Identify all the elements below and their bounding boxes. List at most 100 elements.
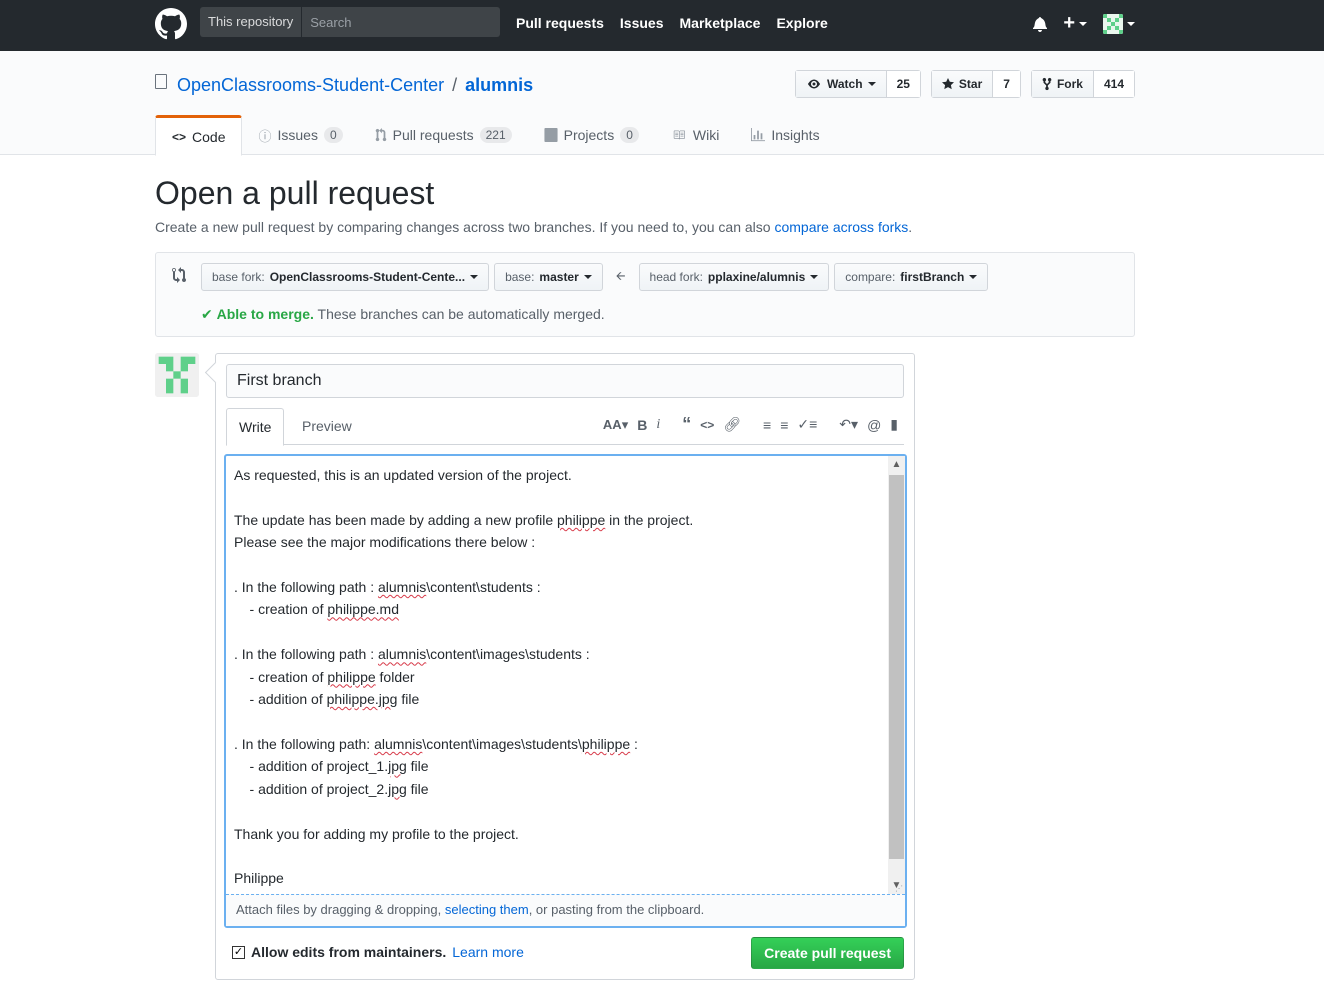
nav-issues[interactable]: Issues bbox=[620, 15, 664, 31]
github-logo-icon[interactable] bbox=[155, 8, 187, 40]
tab-wiki[interactable]: Wiki bbox=[655, 115, 735, 155]
watch-button[interactable]: Watch bbox=[796, 71, 887, 97]
page-title: Open a pull request bbox=[155, 175, 435, 211]
reply-icon[interactable]: ↶▾ bbox=[839, 416, 858, 433]
tab-code[interactable]: <> Code bbox=[155, 115, 243, 156]
star-group: Star 7 bbox=[930, 70, 1021, 98]
compare-prefix: compare: bbox=[845, 270, 896, 284]
body-line: - addition of project_1.jpg file bbox=[234, 758, 429, 775]
pr-body-textarea[interactable]: As requested, this is an updated version… bbox=[226, 456, 889, 894]
global-nav: Pull requests Issues Marketplace Explore bbox=[516, 15, 828, 31]
nav-marketplace[interactable]: Marketplace bbox=[680, 15, 761, 31]
bold-icon[interactable]: B bbox=[637, 417, 647, 433]
user-menu-button[interactable] bbox=[1103, 13, 1135, 34]
new-menu-button[interactable]: + bbox=[1063, 12, 1087, 35]
learn-more-link[interactable]: Learn more bbox=[452, 944, 524, 960]
repo-owner-link[interactable]: OpenClassrooms-Student-Center bbox=[177, 75, 444, 96]
star-count[interactable]: 7 bbox=[993, 71, 1020, 97]
merge-message: These branches can be automatically merg… bbox=[317, 306, 605, 322]
body-line: Please see the major modifications there… bbox=[234, 534, 536, 551]
avatar[interactable] bbox=[155, 353, 199, 397]
attach-suffix: , or pasting from the clipboard. bbox=[528, 902, 705, 917]
git-pull-request-icon bbox=[375, 128, 386, 142]
resize-handle-icon[interactable]: ⋰ bbox=[895, 885, 903, 893]
text-size-icon[interactable]: AA▾ bbox=[603, 417, 628, 433]
tab-projects[interactable]: Projects 0 bbox=[528, 115, 655, 155]
tab-label: Wiki bbox=[692, 127, 720, 143]
tab-issues[interactable]: ⓘ Issues 0 bbox=[242, 115, 358, 155]
body-line: Philippe bbox=[234, 870, 284, 887]
body-line: As requested, this is an updated version… bbox=[234, 467, 572, 483]
description-end: . bbox=[908, 219, 913, 235]
search-input[interactable]: Search bbox=[302, 15, 351, 30]
nav-pull-requests[interactable]: Pull requests bbox=[516, 15, 604, 31]
scrollbar-thumb[interactable] bbox=[889, 475, 904, 859]
compare-across-forks-link[interactable]: compare across forks bbox=[774, 219, 908, 235]
caret-down-icon bbox=[810, 275, 819, 279]
body-line: - creation of philippe folder bbox=[234, 668, 415, 685]
allow-edits-label[interactable]: Allow edits from maintainers. bbox=[251, 944, 446, 960]
pr-title-input[interactable]: First branch bbox=[226, 364, 904, 398]
body-line: The update has been made by adding a new… bbox=[234, 511, 694, 528]
italic-icon[interactable]: i bbox=[656, 417, 660, 433]
fork-button[interactable]: Fork bbox=[1031, 71, 1094, 97]
tab-write[interactable]: Write bbox=[226, 408, 285, 446]
toolbar-group-text: AA▾ B i bbox=[603, 417, 660, 433]
base-fork-prefix: base fork: bbox=[212, 270, 265, 284]
base-branch-select[interactable]: base: master bbox=[494, 263, 603, 291]
base-fork-select[interactable]: base fork: OpenClassrooms-Student-Cente.… bbox=[201, 263, 490, 291]
caret-down-icon bbox=[470, 275, 479, 279]
body-line: . In the following path : alumnis\conten… bbox=[234, 646, 590, 663]
file-attach-zone[interactable]: Attach files by dragging & dropping, sel… bbox=[226, 894, 905, 926]
page-description: Create a new pull request by comparing c… bbox=[155, 219, 912, 235]
toolbar-group-misc: ↶▾ @ ▮ bbox=[839, 416, 898, 433]
ordered-list-icon[interactable]: ≡ bbox=[780, 417, 788, 433]
code-icon[interactable]: <> bbox=[700, 418, 714, 432]
issue-opened-icon: ⓘ bbox=[258, 128, 272, 144]
spell-check-word: philippe bbox=[581, 735, 631, 752]
watch-group: Watch 25 bbox=[795, 70, 921, 98]
scroll-up-icon[interactable]: ▲ bbox=[888, 456, 905, 473]
merge-ok-text: Able to merge. bbox=[216, 306, 314, 322]
nav-explore[interactable]: Explore bbox=[776, 15, 827, 31]
editor-scrollbar[interactable]: ▲ ▼ bbox=[888, 456, 905, 894]
mention-icon[interactable]: @ bbox=[867, 417, 881, 433]
compare-branch-select[interactable]: compare: firstBranch bbox=[834, 263, 989, 291]
markdown-toolbar: AA▾ B i “ <> 🔗︎ ≡ ≡ ✓≡ ↶▾ @ ▮ bbox=[581, 414, 898, 435]
tab-label: Issues bbox=[277, 127, 318, 143]
spell-check-word: philippe bbox=[557, 511, 606, 528]
watch-count[interactable]: 25 bbox=[886, 71, 920, 97]
head-fork-prefix: head fork: bbox=[649, 270, 703, 284]
toolbar-group-insert: “ <> 🔗︎ bbox=[682, 414, 741, 435]
spell-check-word: philippe.jpg bbox=[326, 691, 398, 708]
unordered-list-icon[interactable]: ≡ bbox=[763, 417, 771, 433]
tab-label: Code bbox=[192, 128, 226, 145]
plus-icon: + bbox=[1063, 12, 1075, 34]
star-button[interactable]: Star bbox=[931, 71, 994, 97]
toolbar-group-lists: ≡ ≡ ✓≡ bbox=[763, 416, 817, 433]
tab-insights[interactable]: Insights bbox=[735, 115, 835, 155]
spell-check-word: philippe.md bbox=[327, 601, 399, 618]
caret-down-icon bbox=[867, 82, 876, 86]
repo-tabs: <> Code ⓘ Issues 0 Pull requests 221 Pro… bbox=[155, 115, 836, 156]
tab-preview[interactable]: Preview bbox=[290, 408, 364, 445]
task-list-icon[interactable]: ✓≡ bbox=[797, 416, 817, 433]
allow-edits-checkbox[interactable]: ✓ bbox=[232, 945, 245, 959]
link-icon[interactable]: 🔗︎ bbox=[723, 416, 741, 433]
caret-down-icon bbox=[1127, 21, 1135, 26]
bell-icon[interactable] bbox=[1033, 16, 1048, 32]
repo-name-link[interactable]: alumnis bbox=[465, 75, 533, 96]
fork-count[interactable]: 414 bbox=[1093, 71, 1134, 97]
quote-icon[interactable]: “ bbox=[682, 414, 691, 435]
tab-label: Insights bbox=[771, 127, 820, 143]
bookmark-icon[interactable]: ▮ bbox=[890, 416, 898, 433]
create-pull-request-button[interactable]: Create pull request bbox=[751, 937, 904, 969]
header-actions: + bbox=[1033, 12, 1135, 35]
search-box[interactable]: This repository Search bbox=[200, 7, 500, 37]
tab-pull-requests[interactable]: Pull requests 221 bbox=[359, 115, 528, 155]
arrow-left-icon: 🡨 bbox=[615, 268, 626, 283]
projects-count: 0 bbox=[620, 127, 639, 143]
head-fork-select[interactable]: head fork: pplaxine/alumnis bbox=[638, 263, 830, 291]
select-files-link[interactable]: selecting them bbox=[445, 902, 529, 917]
code-icon: <> bbox=[172, 129, 187, 144]
